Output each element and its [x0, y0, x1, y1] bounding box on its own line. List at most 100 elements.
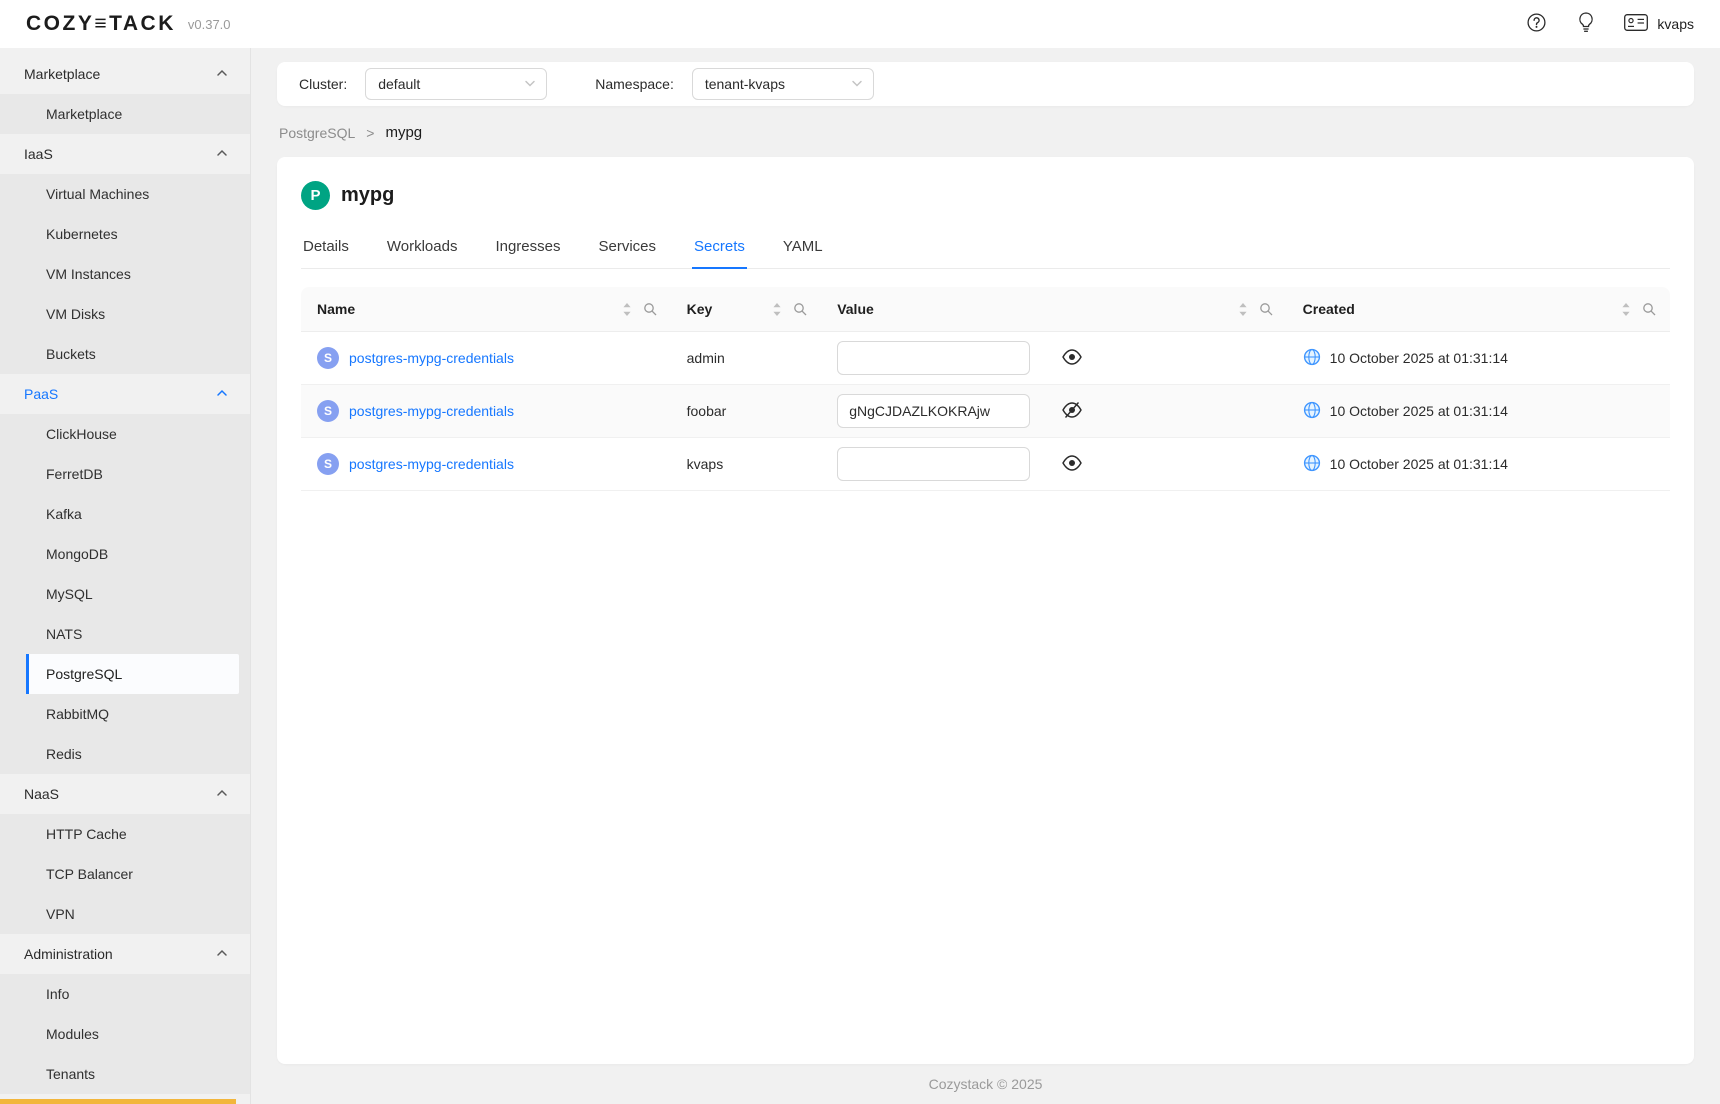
secret-name-cell: S postgres-mypg-credentials	[301, 385, 671, 437]
sidebar-item-buckets[interactable]: Buckets	[0, 334, 250, 374]
eye-icon	[1062, 455, 1082, 474]
search-icon[interactable]	[793, 302, 807, 316]
sidebar-item-redis[interactable]: Redis	[0, 734, 250, 774]
namespace-select[interactable]: tenant-kvaps	[692, 68, 874, 100]
tab-ingresses[interactable]: Ingresses	[493, 234, 562, 268]
sidebar-item-ferretdb[interactable]: FerretDB	[0, 454, 250, 494]
sidebar-item-tenants[interactable]: Tenants	[0, 1054, 250, 1094]
context-toolbar: Cluster: default Namespace: tenant-kvaps	[277, 62, 1694, 106]
logo-glyph: ≡	[94, 12, 109, 36]
sidebar-section-header-marketplace[interactable]: Marketplace	[0, 54, 250, 94]
secret-value-input[interactable]	[837, 447, 1030, 481]
secret-name-link[interactable]: postgres-mypg-credentials	[349, 403, 514, 419]
cluster-select[interactable]: default	[365, 68, 547, 100]
section-label: IaaS	[24, 146, 53, 162]
table-row: S postgres-mypg-credentials kvaps	[301, 438, 1670, 491]
sidebar-section-header-administration[interactable]: Administration	[0, 934, 250, 974]
secret-value-input[interactable]	[837, 394, 1030, 428]
sidebar-item-vm-disks[interactable]: VM Disks	[0, 294, 250, 334]
sidebar-item-marketplace[interactable]: Marketplace	[0, 94, 250, 134]
toggle-visibility-button[interactable]	[1062, 349, 1082, 368]
sidebar-section-header-naas[interactable]: NaaS	[0, 774, 250, 814]
sort-icon[interactable]	[1621, 302, 1631, 317]
tab-workloads[interactable]: Workloads	[385, 234, 460, 268]
sidebar-item-postgresql[interactable]: PostgreSQL	[26, 654, 239, 694]
sidebar-item-clickhouse[interactable]: ClickHouse	[0, 414, 250, 454]
sidebar-section-header-paas[interactable]: PaaS	[0, 374, 250, 414]
breadcrumb-current: mypg	[385, 124, 422, 141]
sidebar-section-iaas: IaaS Virtual Machines Kubernetes VM Inst…	[0, 134, 250, 374]
page-title: mypg	[341, 184, 394, 207]
eye-icon	[1062, 349, 1082, 368]
breadcrumb-separator: >	[366, 125, 374, 141]
sidebar-item-modules[interactable]: Modules	[0, 1014, 250, 1054]
toggle-visibility-button[interactable]	[1062, 455, 1082, 474]
section-label: Marketplace	[24, 66, 100, 82]
column-label: Key	[687, 301, 713, 317]
toggle-visibility-button[interactable]	[1062, 402, 1082, 421]
secret-name-link[interactable]: postgres-mypg-credentials	[349, 456, 514, 472]
created-cell: 10 October 2025 at 01:31:14	[1287, 332, 1670, 384]
sidebar-item-nats[interactable]: NATS	[0, 614, 250, 654]
eye-slash-icon	[1062, 402, 1082, 421]
column-header-key: Key	[671, 287, 822, 331]
secret-value-input[interactable]	[837, 341, 1030, 375]
tab-yaml[interactable]: YAML	[781, 234, 825, 268]
app-root: COZY ≡ TACK v0.37.0	[0, 0, 1720, 1104]
tab-details[interactable]: Details	[301, 234, 351, 268]
table-header-row: Name Key	[301, 287, 1670, 332]
cluster-label: Cluster:	[299, 76, 347, 92]
sidebar-item-tcp-balancer[interactable]: TCP Balancer	[0, 854, 250, 894]
column-header-name: Name	[301, 287, 671, 331]
search-icon[interactable]	[1259, 302, 1273, 316]
help-button[interactable]	[1525, 11, 1548, 37]
namespace-label: Namespace:	[595, 76, 674, 92]
logo-text-left: COZY	[26, 12, 94, 36]
body-layout: Marketplace Marketplace IaaS Virtual Mac…	[0, 48, 1720, 1104]
question-circle-icon	[1527, 13, 1546, 35]
sidebar-item-kafka[interactable]: Kafka	[0, 494, 250, 534]
table-row: S postgres-mypg-credentials admin	[301, 332, 1670, 385]
sort-icon[interactable]	[622, 302, 632, 317]
sidebar-notice-strip	[0, 1099, 236, 1104]
created-timestamp: 10 October 2025 at 01:31:14	[1330, 403, 1508, 419]
sidebar-section-header-iaas[interactable]: IaaS	[0, 134, 250, 174]
globe-icon	[1303, 454, 1321, 475]
sidebar-item-kubernetes[interactable]: Kubernetes	[0, 214, 250, 254]
cluster-select-value: default	[378, 76, 420, 92]
chevron-down-icon	[851, 76, 863, 92]
sidebar-item-mysql[interactable]: MySQL	[0, 574, 250, 614]
sidebar-item-http-cache[interactable]: HTTP Cache	[0, 814, 250, 854]
sidebar-item-virtual-machines[interactable]: Virtual Machines	[0, 174, 250, 214]
tab-secrets[interactable]: Secrets	[692, 234, 747, 268]
sort-icon[interactable]	[772, 302, 782, 317]
logo: COZY ≡ TACK	[26, 12, 176, 36]
chevron-up-icon	[216, 946, 228, 962]
secret-icon: S	[317, 453, 339, 475]
id-badge-icon	[1624, 14, 1648, 34]
search-icon[interactable]	[1642, 302, 1656, 316]
resource-title-row: P mypg	[301, 181, 1670, 210]
sidebar-item-mongodb[interactable]: MongoDB	[0, 534, 250, 574]
version-label: v0.37.0	[188, 17, 231, 32]
secret-name-link[interactable]: postgres-mypg-credentials	[349, 350, 514, 366]
chevron-down-icon	[524, 76, 536, 92]
search-icon[interactable]	[643, 302, 657, 316]
sidebar-item-vpn[interactable]: VPN	[0, 894, 250, 934]
secret-key-cell: admin	[671, 332, 822, 384]
top-bar: COZY ≡ TACK v0.37.0	[0, 0, 1720, 48]
column-header-created: Created	[1287, 287, 1670, 331]
theme-toggle-button[interactable]	[1576, 10, 1596, 38]
column-controls	[1238, 302, 1273, 317]
breadcrumb-parent-link[interactable]: PostgreSQL	[279, 125, 355, 141]
globe-icon	[1303, 401, 1321, 422]
postgres-resource-icon: P	[301, 181, 330, 210]
tab-services[interactable]: Services	[597, 234, 659, 268]
section-items: HTTP Cache TCP Balancer VPN	[0, 814, 250, 934]
sidebar-item-rabbitmq[interactable]: RabbitMQ	[0, 694, 250, 734]
main-content: Cluster: default Namespace: tenant-kvaps…	[251, 48, 1720, 1104]
sidebar-item-vm-instances[interactable]: VM Instances	[0, 254, 250, 294]
sort-icon[interactable]	[1238, 302, 1248, 317]
user-menu[interactable]: kvaps	[1624, 14, 1694, 34]
sidebar-item-info[interactable]: Info	[0, 974, 250, 1014]
